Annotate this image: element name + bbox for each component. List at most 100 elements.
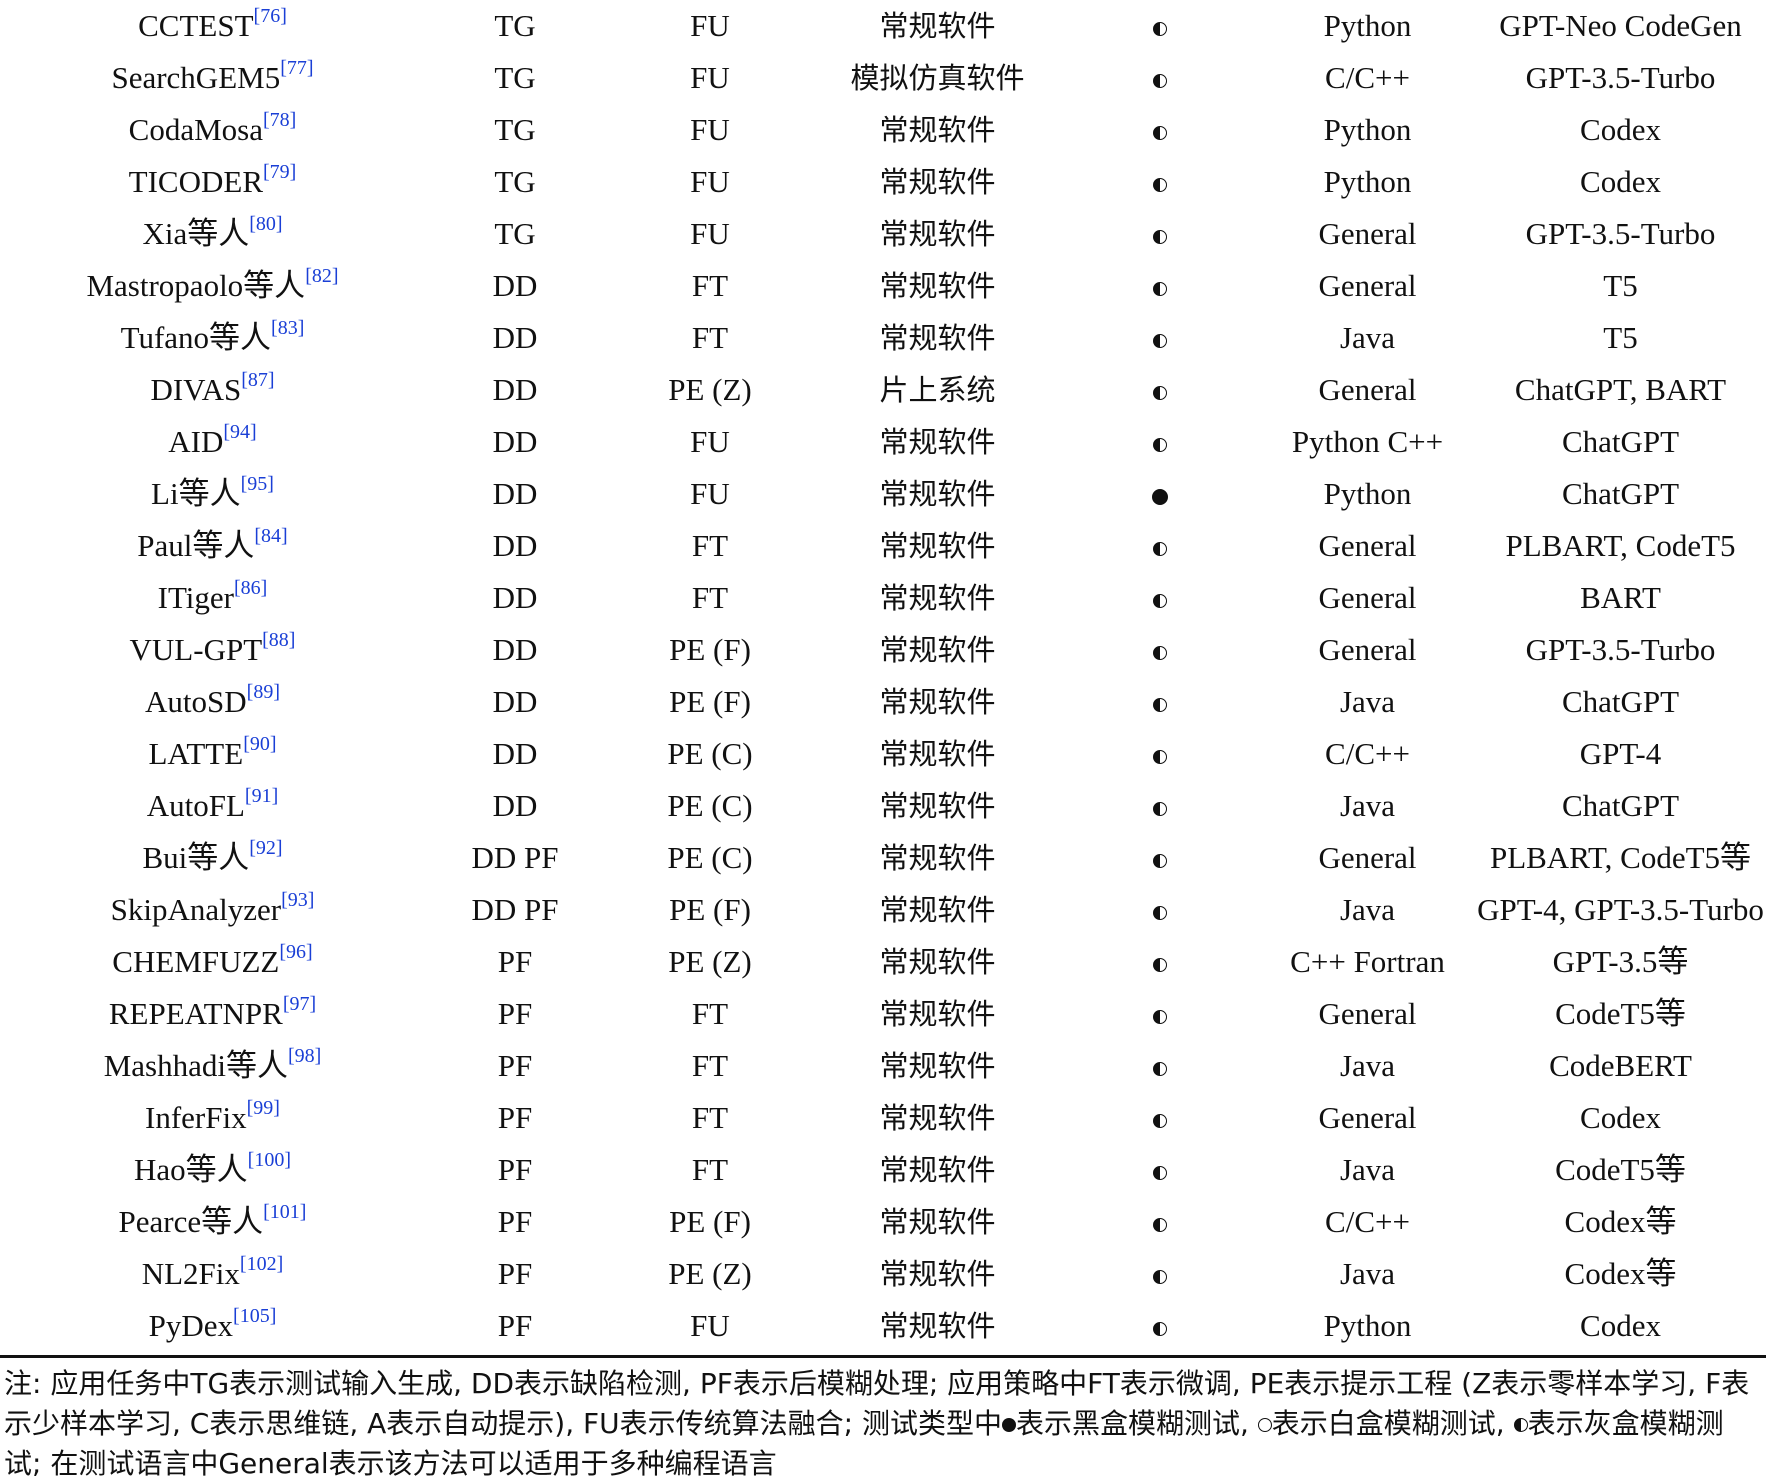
language-text: General (1318, 372, 1417, 407)
target-cell: 模拟仿真软件 (815, 52, 1060, 104)
strategy-text: FT (691, 528, 729, 563)
half-circle-icon (1153, 281, 1167, 296)
language-text: General (1318, 580, 1417, 615)
language-text: General (1318, 632, 1417, 667)
strategy-cell: PE (C) (605, 728, 815, 780)
model-text: ChatGPT (1561, 476, 1680, 511)
half-circle-icon (1153, 1165, 1167, 1180)
citation-ref: [98] (287, 1045, 322, 1067)
strategy-text: FU (690, 216, 730, 251)
target-text: 常规软件 (879, 581, 996, 615)
language-cell: Python (1260, 0, 1475, 52)
citation-ref: [92] (249, 837, 283, 859)
target-text: 常规软件 (879, 789, 996, 823)
method-name: CCTEST (138, 8, 254, 43)
language-text: General (1318, 840, 1417, 875)
language-cell: General (1260, 572, 1475, 624)
target-cell: 常规软件 (815, 1196, 1060, 1248)
task-cell: DD (425, 676, 605, 728)
target-cell: 常规软件 (815, 832, 1060, 884)
strategy-text: FT (691, 1152, 729, 1187)
task-text: DD (492, 372, 538, 407)
black-circle-icon (1152, 488, 1168, 505)
task-text: PF (497, 1308, 533, 1343)
strategy-cell: FT (605, 260, 815, 312)
strategy-text: FU (690, 112, 730, 147)
half-circle-icon (1153, 697, 1167, 712)
model-cell: GPT-4, GPT-3.5-Turbo (1475, 884, 1766, 936)
table-row: Mastropaolo等人[82] DD FT 常规软件 General T5 (0, 260, 1766, 312)
target-cell: 常规软件 (815, 468, 1060, 520)
half-circle-icon (1153, 437, 1167, 452)
citation-ref: [88] (262, 629, 296, 651)
citation-ref: [96] (279, 941, 313, 963)
task-text: DD (492, 476, 538, 511)
target-text: 模拟仿真软件 (850, 61, 1025, 95)
model-text: ChatGPT (1561, 788, 1680, 823)
fuzz-type-cell (1060, 624, 1260, 676)
method-cell: NL2Fix[102] (0, 1248, 425, 1300)
method-name: CodaMosa (128, 112, 263, 147)
model-cell: GPT-Neo CodeGen (1475, 0, 1766, 52)
target-cell: 常规软件 (815, 936, 1060, 988)
citation-ref: [82] (305, 265, 339, 287)
task-text: DD (492, 528, 538, 563)
model-cell: PLBART, CodeT5 (1475, 520, 1766, 572)
task-text: DD (492, 580, 538, 615)
method-cell: ITiger[86] (0, 572, 425, 624)
method-cell: TICODER[79] (0, 156, 425, 208)
model-cell: Codex (1475, 104, 1766, 156)
half-circle-icon (1513, 1418, 1528, 1432)
target-text: 常规软件 (879, 321, 996, 355)
method-cell: CHEMFUZZ[96] (0, 936, 425, 988)
model-text: ChatGPT (1561, 424, 1680, 459)
method-cell: SkipAnalyzer[93] (0, 884, 425, 936)
target-cell: 常规软件 (815, 1092, 1060, 1144)
strategy-text: PE (C) (667, 736, 753, 771)
task-cell: PF (425, 936, 605, 988)
method-cell: Mastropaolo等人[82] (0, 260, 425, 312)
model-cell: Codex等 (1475, 1248, 1766, 1300)
language-text: Python (1323, 8, 1412, 43)
fuzz-type-cell (1060, 1040, 1260, 1092)
task-cell: TG (425, 0, 605, 52)
task-cell: DD (425, 780, 605, 832)
task-cell: DD (425, 416, 605, 468)
table-row: ITiger[86] DD FT 常规软件 General BART (0, 572, 1766, 624)
citation-ref: [87] (241, 369, 275, 391)
model-text: CodeBERT (1549, 1048, 1692, 1083)
target-cell: 常规软件 (815, 260, 1060, 312)
model-text: CodeT5等 (1555, 996, 1686, 1031)
table-row: AID[94] DD FU 常规软件 Python C++ ChatGPT (0, 416, 1766, 468)
target-text: 常规软件 (879, 529, 996, 563)
table-row: LATTE[90] DD PE (C) 常规软件 C/C++ GPT-4 (0, 728, 1766, 780)
strategy-text: PE (Z) (668, 944, 752, 979)
model-cell: T5 (1475, 312, 1766, 364)
method-cell: REPEATNPR[97] (0, 988, 425, 1040)
method-name: AutoSD (145, 684, 247, 719)
task-text: PF (497, 944, 533, 979)
table-row: NL2Fix[102] PF PE (Z) 常规软件 Java Codex等 (0, 1248, 1766, 1300)
model-cell: T5 (1475, 260, 1766, 312)
table-row: Hao等人[100] PF FT 常规软件 Java CodeT5等 (0, 1144, 1766, 1196)
model-cell: Codex (1475, 1300, 1766, 1352)
task-text: DD PF (471, 892, 559, 927)
language-cell: General (1260, 832, 1475, 884)
strategy-text: PE (F) (669, 1204, 751, 1239)
strategy-text: PE (F) (669, 892, 751, 927)
task-cell: TG (425, 52, 605, 104)
strategy-text: FT (691, 580, 729, 615)
model-cell: CodeT5等 (1475, 1144, 1766, 1196)
method-cell: PyDex[105] (0, 1300, 425, 1352)
language-cell: Java (1260, 1040, 1475, 1092)
table-row: Xia等人[80] TG FU 常规软件 General GPT-3.5-Turbo (0, 208, 1766, 260)
target-cell: 常规软件 (815, 0, 1060, 52)
half-circle-icon (1153, 801, 1167, 816)
fuzz-type-cell (1060, 936, 1260, 988)
method-name: InferFix (145, 1100, 247, 1135)
fuzz-type-cell (1060, 728, 1260, 780)
model-text: ChatGPT (1561, 684, 1680, 719)
method-cell: Hao等人[100] (0, 1144, 425, 1196)
method-cell: AutoFL[91] (0, 780, 425, 832)
strategy-text: PE (Z) (668, 1256, 752, 1291)
